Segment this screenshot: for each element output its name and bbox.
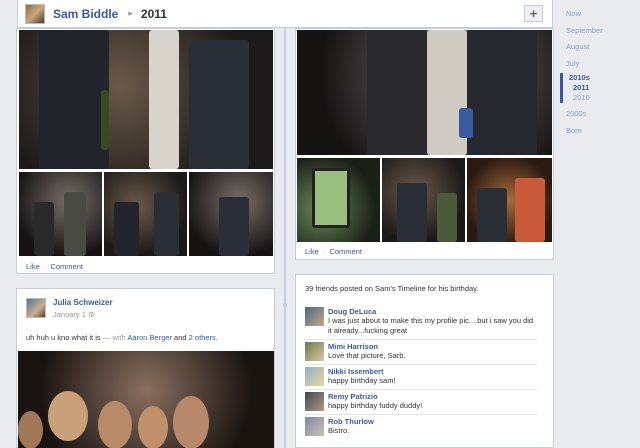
scrubber-august[interactable]: August (560, 40, 640, 57)
year-label[interactable]: 2011 (141, 7, 167, 21)
profile-avatar[interactable] (25, 3, 45, 24)
scrubber-2010s[interactable]: 2010s (560, 73, 640, 83)
friend-name-link[interactable]: Mimi Harrison (328, 342, 406, 351)
timeline-scrubber: Now September August July 2010s 2011 201… (560, 7, 640, 140)
friend-name-link[interactable]: Nikki Issembert (328, 367, 396, 376)
photo-album-card-left: Like · Comment (16, 28, 275, 274)
thumbnail-photo[interactable] (297, 158, 380, 242)
friend-name-link[interactable]: Rob Thurlow (328, 417, 374, 426)
thumbnail-photo[interactable] (19, 172, 102, 256)
list-item: Doug DeLuca I was just about to make thi… (305, 305, 537, 339)
timeline-spine (284, 28, 286, 448)
timeline-connector-dot (280, 300, 290, 310)
author-name-link[interactable]: Julia Schweizer (53, 298, 113, 307)
list-item: Remy Patrizio happy birthday fuddy duddy… (305, 389, 537, 414)
tagged-friend-link[interactable]: Aaron Berger (127, 333, 172, 342)
post-header: Julia Schweizer January 1 ⚙ (26, 298, 113, 319)
post-photo[interactable] (18, 351, 274, 448)
thumbnail-photo[interactable] (467, 158, 552, 242)
main-photo[interactable] (19, 30, 273, 169)
friend-avatar[interactable] (305, 342, 324, 361)
birthday-summary: 39 friends posted on Sam's Timeline for … (305, 284, 479, 293)
scrubber-2011[interactable]: 2011 (560, 83, 640, 93)
scrubber-born[interactable]: Born (560, 124, 640, 141)
photo-album-card-right: Like · Comment (295, 28, 554, 260)
post-actions: Like · Comment (26, 262, 83, 271)
comment-link[interactable]: Comment (329, 247, 362, 256)
status-post-card: Julia Schweizer January 1 ⚙ uh huh u kno… (16, 288, 275, 448)
gear-icon[interactable]: ⚙ (88, 310, 95, 319)
list-item: Mimi Harrison Love that picture, Sarb. (305, 339, 537, 364)
like-link[interactable]: Like (26, 262, 40, 271)
thumbnail-photo[interactable] (104, 172, 187, 256)
author-avatar[interactable] (26, 298, 46, 318)
scrubber-september[interactable]: September (560, 24, 640, 41)
post-actions: Like · Comment (305, 247, 362, 256)
breadcrumb-arrow-icon: ▸ (128, 8, 133, 18)
others-link[interactable]: 2 others. (189, 333, 218, 342)
timeline-header: Sam Biddle ▸ 2011 + (17, 0, 553, 28)
friend-avatar[interactable] (305, 367, 324, 386)
post-text: uh huh u kno what it is — with Aaron Ber… (26, 333, 218, 342)
friend-name-link[interactable]: Doug DeLuca (328, 307, 537, 316)
scrubber-now[interactable]: Now (560, 7, 640, 24)
friend-avatar[interactable] (305, 307, 324, 326)
list-item: Rob Thurlow Bistro. (305, 414, 537, 439)
profile-name-link[interactable]: Sam Biddle (53, 7, 118, 21)
main-photo[interactable] (297, 30, 552, 155)
friend-avatar[interactable] (305, 417, 324, 436)
thumbnail-photo[interactable] (382, 158, 465, 242)
comment-link[interactable]: Comment (50, 262, 83, 271)
scrubber-2000s[interactable]: 2000s (560, 107, 640, 124)
scrubber-july[interactable]: July (560, 57, 640, 74)
scrubber-2010[interactable]: 2010 (560, 93, 640, 103)
friend-name-link[interactable]: Remy Patrizio (328, 392, 422, 401)
thumbnail-photo[interactable] (189, 172, 273, 256)
post-date[interactable]: January 1 ⚙ (53, 310, 113, 319)
list-item: Nikki Issembert happy birthday sam! (305, 364, 537, 389)
add-plus-button[interactable]: + (524, 5, 543, 22)
birthday-posts-card: 39 friends posted on Sam's Timeline for … (295, 274, 554, 448)
like-link[interactable]: Like (305, 247, 319, 256)
birthday-post-list: Doug DeLuca I was just about to make thi… (305, 305, 537, 439)
friend-avatar[interactable] (305, 392, 324, 411)
